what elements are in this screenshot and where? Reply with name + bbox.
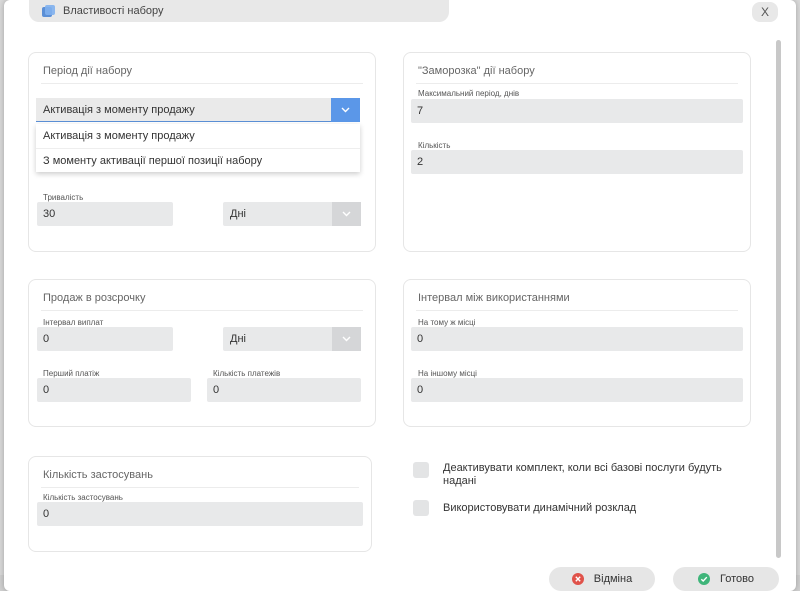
applications-card: Кількість застосувань Кількість застосув… [28,456,372,552]
duration-input[interactable]: 30 [37,202,173,226]
first-payment-input[interactable]: 0 [37,378,191,402]
activation-select[interactable]: Активація з моменту продажу [36,98,360,122]
divider [416,310,738,311]
divider [41,487,359,488]
deactivate-option-label: Деактивувати комплект, коли всі базові п… [443,462,722,487]
check-icon [698,573,711,585]
stack-icon [42,4,55,18]
divider [41,310,363,311]
activation-select-value: Активація з моменту продажу [43,104,195,116]
period-card-title: Період дії набору [43,65,133,77]
dynamic-schedule-option-label: Використовувати динамічний розклад [443,502,637,514]
done-button[interactable]: Готово [673,567,779,591]
payments-count-input[interactable]: 0 [207,378,361,402]
dynamic-schedule-checkbox[interactable] [413,500,429,516]
close-button[interactable]: X [752,2,778,22]
chevron-down-icon[interactable] [331,98,360,122]
cancel-button-label: Відміна [593,573,633,585]
first-payment-label: Перший платіж [43,369,100,378]
payment-interval-unit-select[interactable]: Дні [223,327,361,351]
same-place-input[interactable]: 0 [411,327,743,351]
applications-count-input[interactable]: 0 [37,502,363,526]
duration-unit-select[interactable]: Дні [223,202,361,226]
deactivate-checkbox[interactable] [413,462,429,478]
usage-interval-card: Інтервал між використаннями На тому ж мі… [403,279,751,427]
cancel-button[interactable]: Відміна [549,567,655,591]
installment-card: Продаж в розсрочку Інтервал виплат 0 Дні… [28,279,376,427]
dialog-title: Властивості набору [63,5,164,17]
freeze-card: "Заморозка" дії набору Максимальний пері… [403,52,751,252]
dynamic-schedule-option[interactable]: Використовувати динамічний розклад [413,500,753,516]
freeze-count-input[interactable]: 2 [411,150,743,174]
cancel-icon [571,573,584,585]
payment-interval-input[interactable]: 0 [37,327,173,351]
chevron-down-icon[interactable] [332,202,361,226]
divider [41,83,363,84]
usage-interval-card-title: Інтервал між використаннями [418,292,570,304]
freeze-count-label: Кількість [418,141,451,150]
dropdown-option[interactable]: З моменту активації першої позиції набор… [36,149,360,173]
payments-count-label: Кількість платежів [213,369,281,378]
applications-count-label: Кількість застосувань [43,493,123,502]
max-period-label: Максимальний період, днів [418,89,520,98]
installment-card-title: Продаж в розсрочку [43,292,146,304]
other-place-label: На іншому місці [418,369,477,378]
chevron-down-icon[interactable] [332,327,361,351]
done-button-label: Готово [720,573,754,585]
dropdown-option[interactable]: Активація з моменту продажу [36,124,360,149]
max-period-input[interactable]: 7 [411,99,743,123]
dialog-title-bar: Властивості набору [29,0,449,22]
same-place-label: На тому ж місці [418,318,476,327]
other-place-input[interactable]: 0 [411,378,743,402]
applications-card-title: Кількість застосувань [43,469,153,481]
freeze-card-title: "Заморозка" дії набору [418,65,535,77]
duration-label: Тривалість [43,193,84,202]
activation-dropdown-list: Активація з моменту продажу З моменту ак… [36,124,360,172]
set-properties-dialog: Властивості набору X Період дії набору Т… [4,0,796,591]
payment-interval-unit-value: Дні [230,333,246,345]
divider [416,83,738,84]
scrollbar[interactable] [776,40,781,558]
deactivate-option[interactable]: Деактивувати комплект, коли всі базові п… [413,462,753,488]
payment-interval-label: Інтервал виплат [43,318,104,327]
duration-unit-value: Дні [230,208,246,220]
